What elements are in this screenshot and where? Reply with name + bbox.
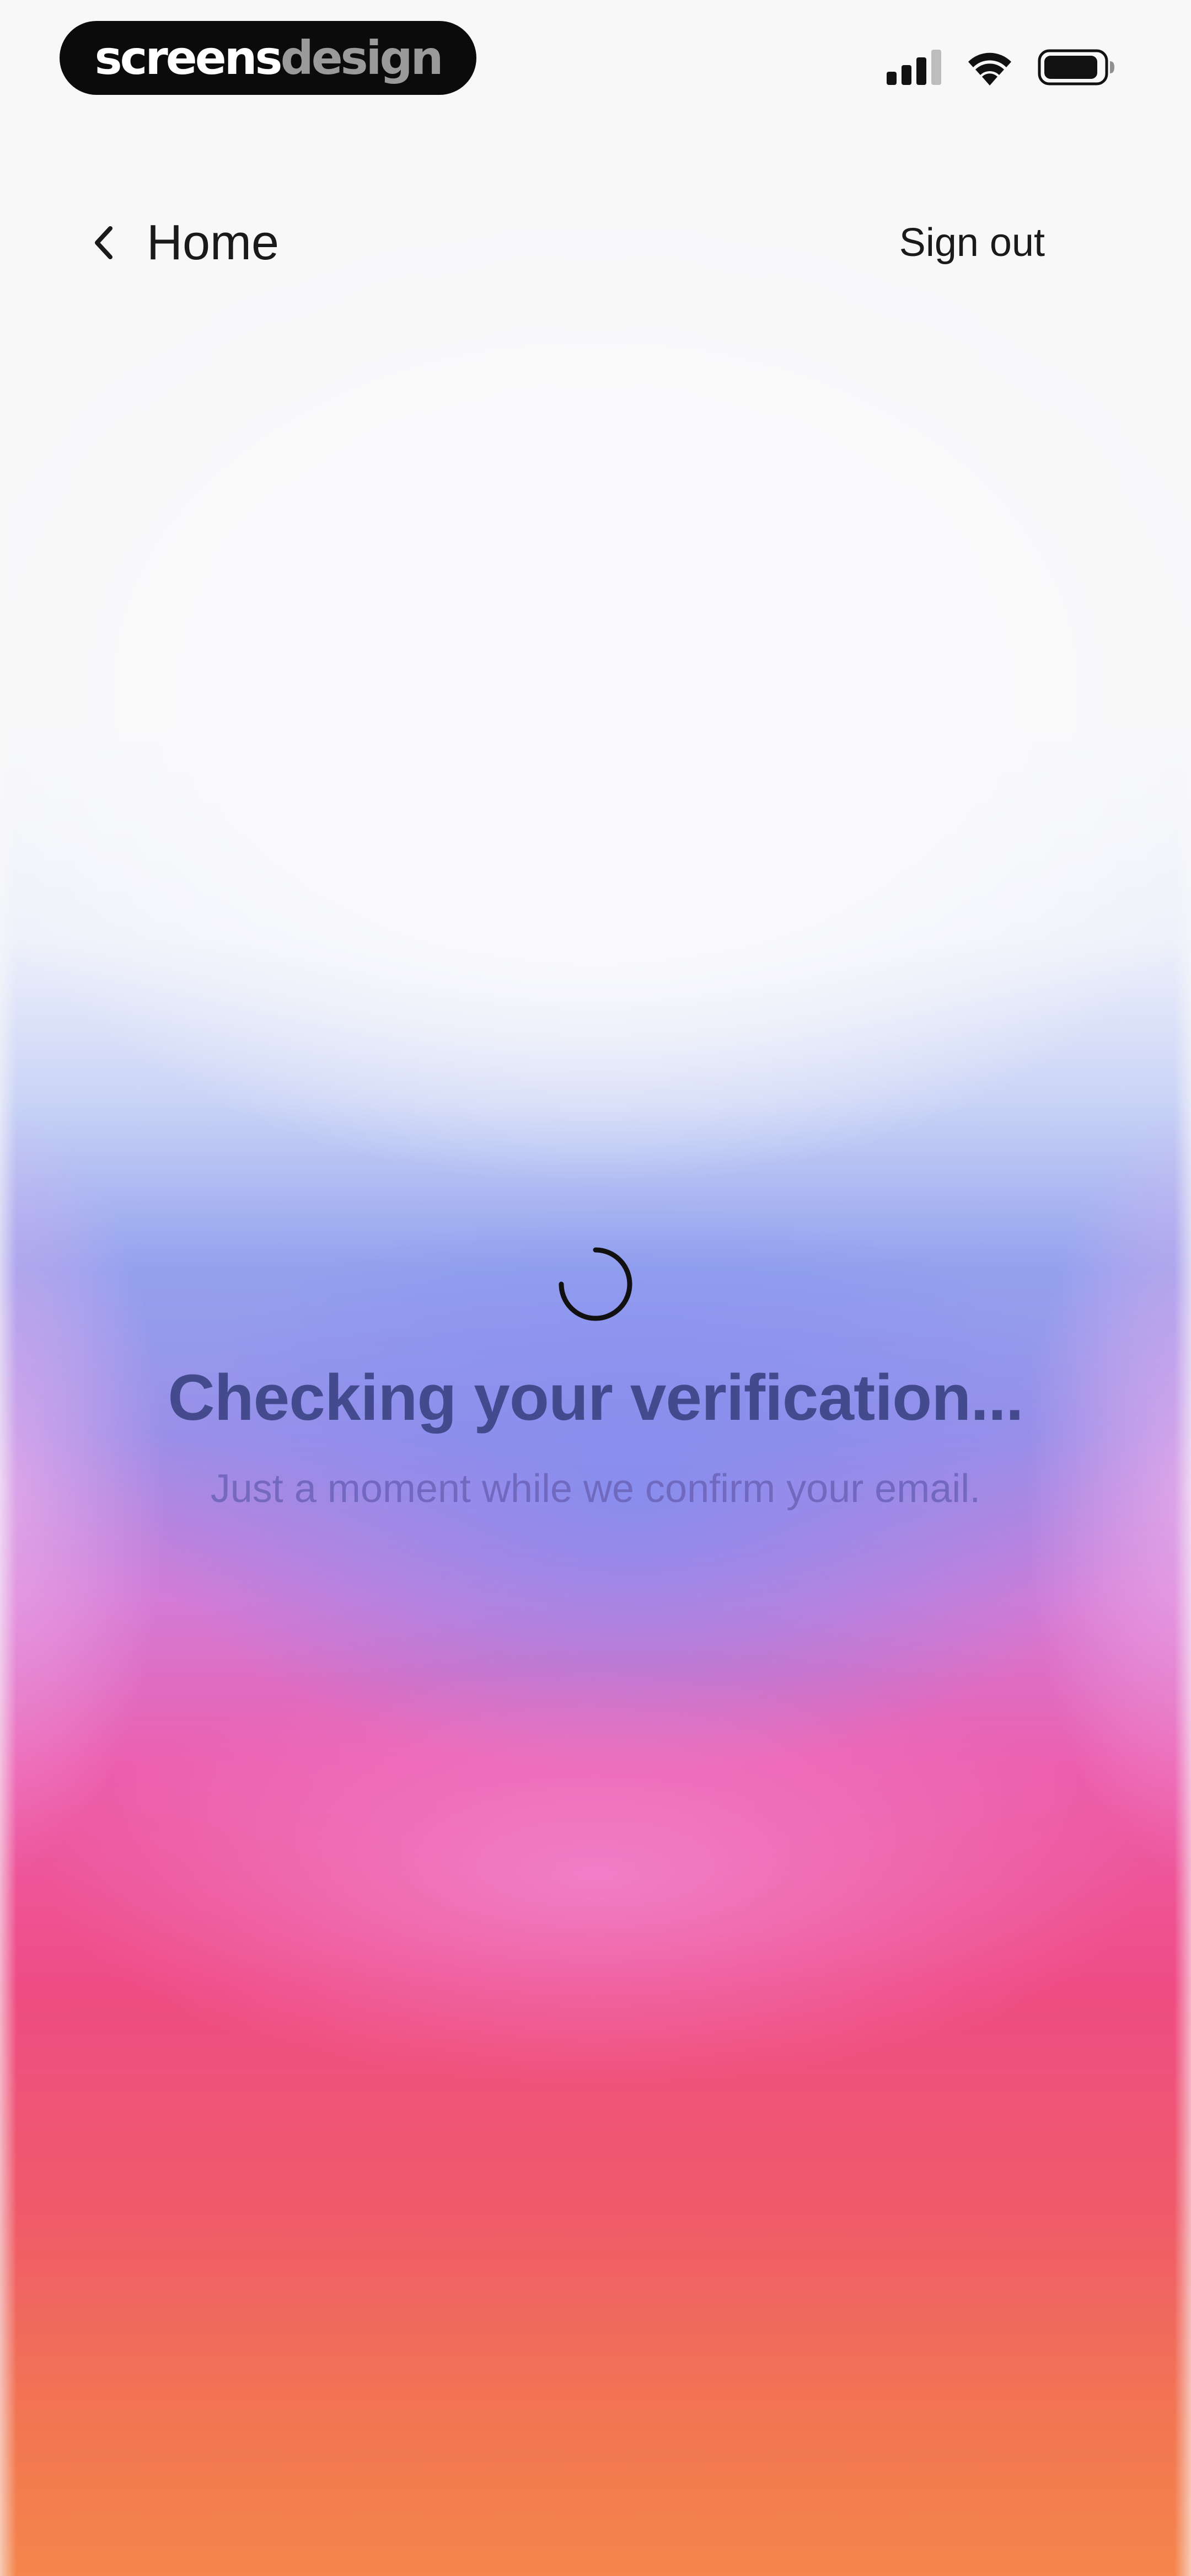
chevron-left-icon [95, 226, 112, 259]
brand-logo-text: screensdesign [95, 35, 444, 81]
back-button-label: Home [147, 215, 280, 270]
brand-logo-part-2: design [280, 31, 444, 85]
brand-watermark: screensdesign [60, 21, 476, 95]
wifi-icon [968, 52, 1011, 85]
page-title: Checking your verification... [168, 1361, 1023, 1434]
verification-screen: screensdesign Home Sign out Checking you… [0, 0, 1191, 2576]
page-subtitle: Just a moment while we confirm your emai… [210, 1467, 981, 1511]
signal-icon [887, 50, 941, 85]
back-home-button[interactable]: Home [94, 210, 279, 276]
loading-spinner-icon [559, 1247, 632, 1321]
brand-logo-part-1: screens [94, 31, 283, 85]
battery-icon [1038, 49, 1114, 85]
status-bar-icons [887, 45, 1115, 89]
sign-out-button[interactable]: Sign out [899, 215, 1045, 270]
